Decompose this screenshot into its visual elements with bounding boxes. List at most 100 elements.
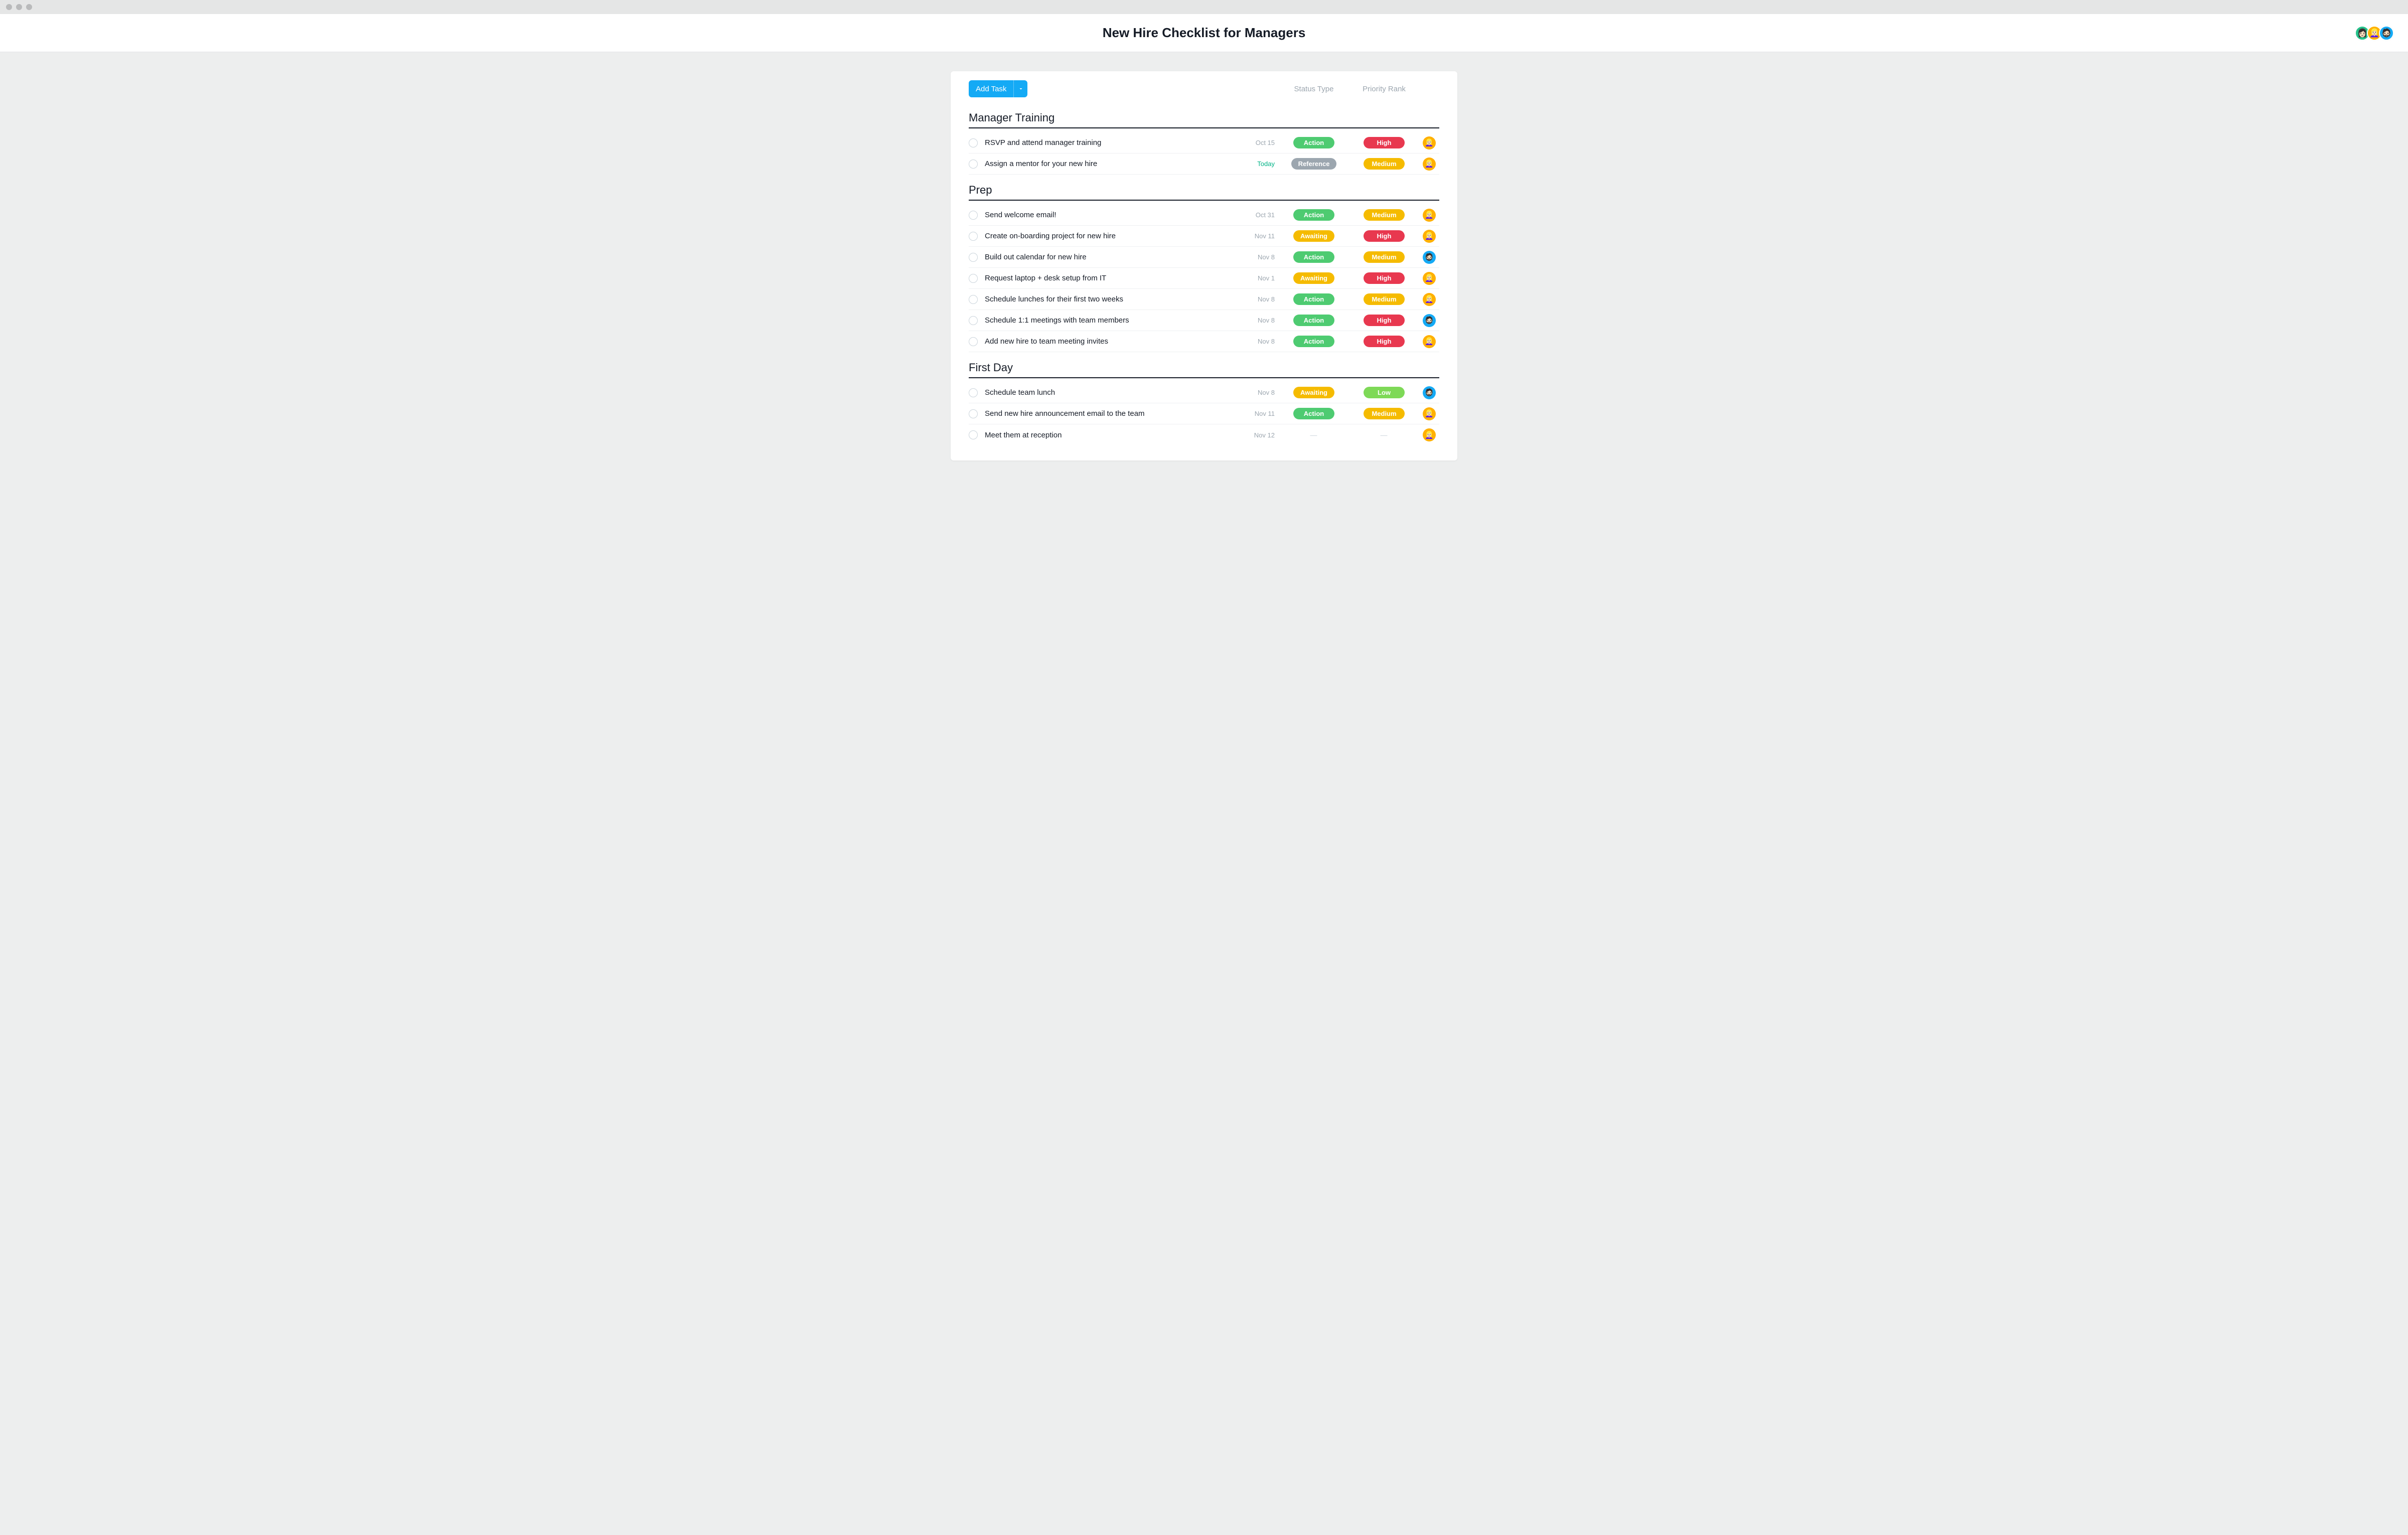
task-priority-cell[interactable]: Medium: [1349, 408, 1419, 419]
task-priority-cell[interactable]: High: [1349, 272, 1419, 284]
task-status-cell[interactable]: Action: [1279, 209, 1349, 221]
task-name[interactable]: Build out calendar for new hire: [985, 253, 1244, 261]
task-assignee-cell[interactable]: 👱🏻‍♀️: [1419, 158, 1439, 171]
task-priority-cell[interactable]: High: [1349, 137, 1419, 148]
assignee-avatar[interactable]: 🧔🏻: [1423, 251, 1436, 264]
status-pill[interactable]: Awaiting: [1293, 230, 1334, 242]
task-due-date[interactable]: Nov 11: [1244, 410, 1279, 417]
assignee-avatar[interactable]: 👱🏻‍♀️: [1423, 293, 1436, 306]
task-assignee-cell[interactable]: 🧔🏻: [1419, 386, 1439, 399]
priority-pill[interactable]: High: [1364, 137, 1405, 148]
task-name[interactable]: Send new hire announcement email to the …: [985, 409, 1244, 418]
task-name[interactable]: Meet them at reception: [985, 431, 1244, 439]
task-name[interactable]: Assign a mentor for your new hire: [985, 160, 1244, 168]
task-row[interactable]: Schedule 1:1 meetings with team membersN…: [969, 310, 1439, 331]
task-due-date[interactable]: Nov 8: [1244, 295, 1279, 303]
task-assignee-cell[interactable]: 👱🏻‍♀️: [1419, 136, 1439, 149]
complete-checkbox[interactable]: [969, 274, 978, 283]
task-priority-cell[interactable]: —: [1349, 431, 1419, 439]
task-name[interactable]: Schedule team lunch: [985, 388, 1244, 397]
header-avatar-stack[interactable]: 👩🏻👱🏻‍♀️🧔🏻: [2355, 26, 2394, 41]
task-row[interactable]: Schedule team lunchNov 8 Awaiting Low 🧔🏻: [969, 382, 1439, 403]
status-pill[interactable]: Awaiting: [1293, 387, 1334, 398]
task-name[interactable]: Send welcome email!: [985, 211, 1244, 219]
task-due-date[interactable]: Nov 12: [1244, 431, 1279, 439]
status-pill[interactable]: Reference: [1291, 158, 1337, 170]
section-title[interactable]: Manager Training: [969, 111, 1439, 128]
task-row[interactable]: RSVP and attend manager trainingOct 15Ac…: [969, 132, 1439, 154]
complete-checkbox[interactable]: [969, 295, 978, 304]
task-priority-cell[interactable]: High: [1349, 230, 1419, 242]
task-assignee-cell[interactable]: 👱🏻‍♀️: [1419, 293, 1439, 306]
section-title[interactable]: Prep: [969, 184, 1439, 201]
task-name[interactable]: RSVP and attend manager training: [985, 138, 1244, 147]
task-priority-cell[interactable]: Low: [1349, 387, 1419, 398]
priority-pill[interactable]: Low: [1364, 387, 1405, 398]
status-pill[interactable]: Action: [1293, 336, 1334, 347]
status-pill[interactable]: Awaiting: [1293, 272, 1334, 284]
task-due-date[interactable]: Nov 1: [1244, 274, 1279, 282]
assignee-avatar[interactable]: 👱🏻‍♀️: [1423, 335, 1436, 348]
task-row[interactable]: Build out calendar for new hireNov 8 Acti…: [969, 247, 1439, 268]
task-name[interactable]: Schedule 1:1 meetings with team members: [985, 316, 1244, 325]
complete-checkbox[interactable]: [969, 409, 978, 418]
complete-checkbox[interactable]: [969, 253, 978, 262]
assignee-avatar[interactable]: 👱🏻‍♀️: [1423, 136, 1436, 149]
priority-pill[interactable]: Medium: [1364, 158, 1405, 170]
task-status-cell[interactable]: Awaiting: [1279, 387, 1349, 398]
task-priority-cell[interactable]: Medium: [1349, 293, 1419, 305]
assignee-avatar[interactable]: 👱🏻‍♀️: [1423, 158, 1436, 171]
task-priority-cell[interactable]: High: [1349, 315, 1419, 326]
priority-pill[interactable]: High: [1364, 315, 1405, 326]
task-due-date[interactable]: Nov 8: [1244, 389, 1279, 396]
task-assignee-cell[interactable]: 🧔🏻: [1419, 314, 1439, 327]
task-name[interactable]: Create on-boarding project for new hire: [985, 232, 1244, 240]
priority-pill[interactable]: High: [1364, 272, 1405, 284]
assignee-avatar[interactable]: 🧔🏻: [1423, 386, 1436, 399]
task-priority-cell[interactable]: High: [1349, 336, 1419, 347]
add-task-dropdown-button[interactable]: [1013, 80, 1027, 97]
assignee-avatar[interactable]: 👱🏻‍♀️: [1423, 428, 1436, 441]
task-assignee-cell[interactable]: 👱🏻‍♀️: [1419, 272, 1439, 285]
task-due-date[interactable]: Oct 31: [1244, 211, 1279, 219]
status-pill[interactable]: Action: [1293, 251, 1334, 263]
complete-checkbox[interactable]: [969, 388, 978, 397]
task-row[interactable]: Add new hire to team meeting invitesNov …: [969, 331, 1439, 352]
complete-checkbox[interactable]: [969, 211, 978, 220]
task-priority-cell[interactable]: Medium: [1349, 158, 1419, 170]
priority-pill[interactable]: Medium: [1364, 209, 1405, 221]
status-pill[interactable]: Action: [1293, 209, 1334, 221]
task-status-cell[interactable]: Reference: [1279, 158, 1349, 170]
task-due-date[interactable]: Nov 11: [1244, 232, 1279, 240]
window-close-icon[interactable]: [6, 4, 12, 10]
task-row[interactable]: Schedule lunches for their first two wee…: [969, 289, 1439, 310]
add-task-button[interactable]: Add Task: [969, 80, 1013, 97]
assignee-avatar[interactable]: 👱🏻‍♀️: [1423, 272, 1436, 285]
status-pill[interactable]: Action: [1293, 408, 1334, 419]
add-task-split-button[interactable]: Add Task: [969, 80, 1027, 97]
task-due-date[interactable]: Nov 8: [1244, 317, 1279, 324]
complete-checkbox[interactable]: [969, 232, 978, 241]
task-assignee-cell[interactable]: 👱🏻‍♀️: [1419, 407, 1439, 420]
assignee-avatar[interactable]: 👱🏻‍♀️: [1423, 230, 1436, 243]
task-assignee-cell[interactable]: 🧔🏻: [1419, 251, 1439, 264]
priority-pill[interactable]: Medium: [1364, 408, 1405, 419]
task-row[interactable]: Request laptop + desk setup from ITNov 1…: [969, 268, 1439, 289]
task-row[interactable]: Assign a mentor for your new hireToday Re…: [969, 154, 1439, 175]
task-name[interactable]: Add new hire to team meeting invites: [985, 337, 1244, 346]
task-row[interactable]: Send welcome email!Oct 31 Action Medium 👱🏻‍…: [969, 205, 1439, 226]
task-row[interactable]: Send new hire announcement email to the …: [969, 403, 1439, 424]
complete-checkbox[interactable]: [969, 160, 978, 169]
assignee-avatar[interactable]: 👱🏻‍♀️: [1423, 209, 1436, 222]
task-assignee-cell[interactable]: 👱🏻‍♀️: [1419, 428, 1439, 441]
complete-checkbox[interactable]: [969, 138, 978, 147]
column-header-priority[interactable]: Priority Rank: [1349, 85, 1419, 93]
section-title[interactable]: First Day: [969, 361, 1439, 378]
column-header-status[interactable]: Status Type: [1279, 85, 1349, 93]
task-due-date[interactable]: Nov 8: [1244, 253, 1279, 261]
priority-pill[interactable]: Medium: [1364, 293, 1405, 305]
header-avatar[interactable]: 🧔🏻: [2379, 26, 2394, 41]
task-row[interactable]: Meet them at receptionNov 12——👱🏻‍♀️: [969, 424, 1439, 445]
status-pill[interactable]: Action: [1293, 137, 1334, 148]
task-due-date[interactable]: Today: [1244, 160, 1279, 168]
